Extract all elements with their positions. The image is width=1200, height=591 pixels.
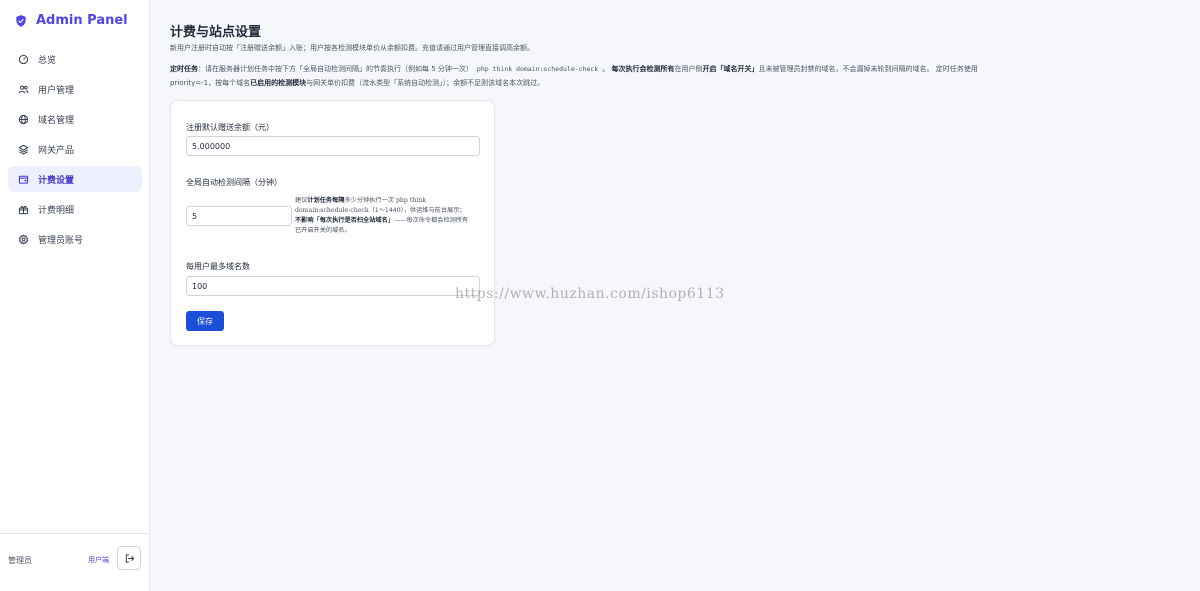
sidebar-item-admin-accounts[interactable]: 管理员账号 xyxy=(8,226,142,252)
sidebar-item-label: 域名管理 xyxy=(38,115,75,126)
cron-note-label: 定时任务 xyxy=(170,65,198,73)
cron-note-text: ：请在服务器计划任务中按下方「全局自动检测间隔」的节奏执行（例如每 5 分钟一次… xyxy=(198,65,473,73)
sidebar-item-label: 计费明细 xyxy=(38,205,75,216)
hint-text: （1～1440），供运维与前台展示； xyxy=(368,207,466,214)
sidebar-item-billing-settings[interactable]: 计费设置 xyxy=(8,166,142,192)
sidebar: Admin Panel 总览 用户管理 域名管理 网关产品 计费设置 计费明细 … xyxy=(0,0,150,591)
interval-input[interactable]: 5 xyxy=(186,206,292,226)
hint-emphasis: 计划任务每隔 xyxy=(307,197,345,204)
sidebar-item-label: 用户管理 xyxy=(38,85,75,96)
wallet-icon xyxy=(18,174,29,185)
cron-note-emphasis: 每次执行会检测所有 xyxy=(611,65,675,73)
shield-check-icon xyxy=(14,14,28,28)
user-portal-link[interactable]: 用户端 xyxy=(88,555,109,565)
settings-card: 注册默认赠送余额（元） 5.000000 全局自动检测间隔（分钟） 5 建议计划… xyxy=(170,100,495,346)
current-user-label: 管理员 xyxy=(8,556,32,565)
hint-text: 多少分钟执行一次 xyxy=(344,197,396,204)
page-description: 新用户注册时自动按「注册赠送余额」入账；用户按各检测模块单价从余额扣费。充值请通… xyxy=(170,44,534,52)
max-domains-label: 每用户最多域名数 xyxy=(186,262,250,271)
hint-emphasis: 不影响「每次执行是否扫全站域名」 xyxy=(295,217,394,224)
sidebar-footer: 管理员 用户端 xyxy=(0,533,150,591)
logout-icon xyxy=(124,553,135,564)
interval-label: 全局自动检测间隔（分钟） xyxy=(186,178,282,187)
sidebar-item-gateway-products[interactable]: 网关产品 xyxy=(8,136,142,162)
max-domains-input[interactable]: 100 xyxy=(186,276,480,296)
globe-icon xyxy=(18,114,29,125)
page-title: 计费与站点设置 xyxy=(170,25,262,40)
layers-icon xyxy=(18,144,29,155)
sidebar-item-label: 网关产品 xyxy=(38,145,75,156)
cron-note: 定时任务：请在服务器计划任务中按下方「全局自动检测间隔」的节奏执行（例如每 5 … xyxy=(170,62,985,90)
save-button[interactable]: 保存 xyxy=(186,311,224,331)
cron-note-text: 。 xyxy=(602,65,610,73)
cron-note-emphasis: 开启「域名开关」 xyxy=(702,65,759,73)
logout-button[interactable] xyxy=(117,546,141,570)
sidebar-item-billing-details[interactable]: 计费明细 xyxy=(8,196,142,222)
watermark: https://www.huzhan.com/ishop6113 xyxy=(455,286,725,302)
interval-hint: 建议计划任务每隔多少分钟执行一次 php think domain:schedu… xyxy=(295,196,470,236)
gauge-icon xyxy=(18,54,29,65)
bonus-input[interactable]: 5.000000 xyxy=(186,136,480,156)
cron-note-text: 与网关单价扣费（流水类型「系统自动检测」）；余额不足则该域名本次跳过。 xyxy=(306,79,545,87)
bonus-label: 注册默认赠送余额（元） xyxy=(186,123,274,132)
cron-command: php think domain:schedule-check xyxy=(476,65,599,73)
sidebar-item-label: 管理员账号 xyxy=(38,235,84,246)
receipt-icon xyxy=(18,204,29,215)
cron-note-emphasis: 已启用的检测模块 xyxy=(250,79,307,87)
users-icon xyxy=(18,84,29,95)
hint-text: 建议 xyxy=(295,197,308,204)
sidebar-item-label: 总览 xyxy=(38,55,57,66)
sidebar-item-domains[interactable]: 域名管理 xyxy=(8,106,142,132)
sidebar-nav: 总览 用户管理 域名管理 网关产品 计费设置 计费明细 管理员账号 xyxy=(8,46,142,256)
app-title: Admin Panel xyxy=(36,13,128,28)
sidebar-item-overview[interactable]: 总览 xyxy=(8,46,142,72)
brand[interactable]: Admin Panel xyxy=(14,13,128,28)
gear-icon xyxy=(18,233,29,245)
sidebar-item-users[interactable]: 用户管理 xyxy=(8,76,142,102)
sidebar-item-label: 计费设置 xyxy=(38,175,75,186)
cron-note-text: 在用户侧 xyxy=(674,65,703,73)
